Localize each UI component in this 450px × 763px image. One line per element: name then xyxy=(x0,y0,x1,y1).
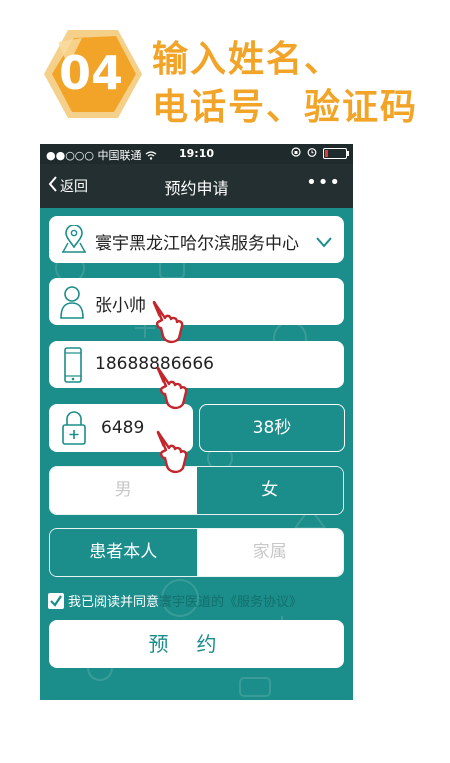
mobile-phone-icon xyxy=(63,347,83,387)
service-center-select[interactable]: 寰宇黑龙江哈尔滨服务中心 xyxy=(49,216,344,263)
gender-toggle: 男 女 xyxy=(49,466,344,515)
patient-family-option[interactable]: 家属 xyxy=(196,529,343,576)
phone-screen: ●●○○○ 中国联通 19:10 返回 预约申请 ••• 寰宇黑龙江哈尔滨服务中… xyxy=(40,144,353,700)
alarm-icon xyxy=(307,147,317,160)
service-agreement-link[interactable]: 寰宇医道的《服务协议》 xyxy=(159,591,302,610)
step-number: 04 xyxy=(58,46,123,100)
more-options-button[interactable]: ••• xyxy=(306,172,341,193)
name-field[interactable]: 张小帅 xyxy=(49,278,344,325)
name-value: 张小帅 xyxy=(95,296,146,316)
rotation-lock-icon xyxy=(291,147,301,160)
step-title-line-1: 输入姓名、 xyxy=(152,39,343,80)
pointing-hand-icon xyxy=(156,430,188,474)
pointing-hand-icon xyxy=(156,366,188,410)
agreement-row: 我已阅读并同意 寰宇医道的《服务协议》 xyxy=(48,591,348,610)
pointing-hand-icon xyxy=(152,300,184,344)
verification-code-value: 6489 xyxy=(101,418,145,438)
patient-type-toggle: 患者本人 家属 xyxy=(49,528,344,577)
gender-female-option[interactable]: 女 xyxy=(196,467,343,514)
patient-self-option[interactable]: 患者本人 xyxy=(50,529,197,576)
submit-booking-button[interactable]: 预约 xyxy=(49,620,344,668)
person-icon xyxy=(59,285,85,323)
location-pin-icon xyxy=(59,224,89,257)
lock-icon xyxy=(61,410,87,450)
status-bar: ●●○○○ 中国联通 19:10 xyxy=(40,144,353,164)
agreement-checkbox[interactable] xyxy=(48,592,64,609)
phone-field[interactable]: 18688886666 xyxy=(49,341,344,388)
step-title-line-2: 电话号、验证码 xyxy=(152,87,419,128)
service-center-value: 寰宇黑龙江哈尔滨服务中心 xyxy=(95,234,299,254)
navigation-bar: 返回 预约申请 ••• xyxy=(40,164,353,208)
countdown-button[interactable]: 38秒 xyxy=(199,404,345,452)
chevron-down-icon xyxy=(316,233,332,252)
battery-icon xyxy=(323,148,349,159)
step-number-badge: 04 xyxy=(38,26,144,122)
agreement-text: 我已阅读并同意 xyxy=(68,595,160,610)
